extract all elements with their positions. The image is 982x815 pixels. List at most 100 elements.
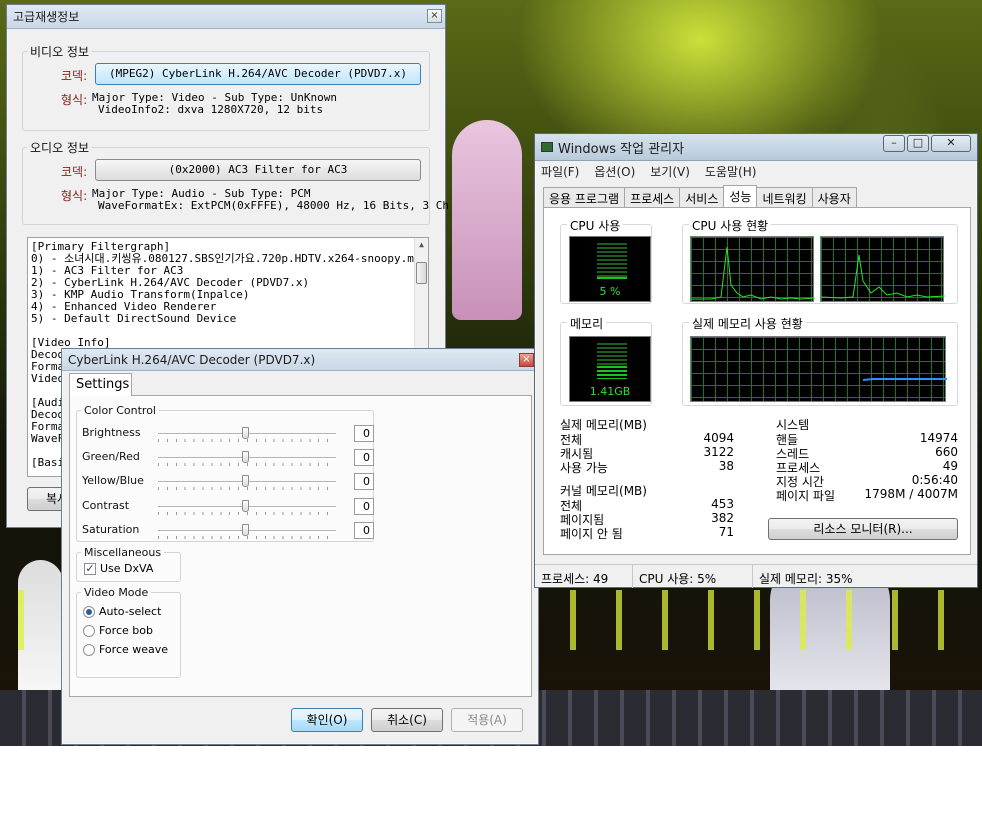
playback-info-title: 고급재생정보 [13, 10, 80, 24]
system-threads-row: 스레드 660 [776, 445, 958, 461]
tab-users[interactable]: 사용자 [811, 187, 857, 208]
saturation-value[interactable]: 0 [354, 522, 374, 539]
kernel-nonpaged-row: 페이지 안 됨 71 [560, 525, 734, 541]
color-control-legend: Color Control [84, 404, 156, 417]
force-weave-radio[interactable]: Force weave [83, 643, 168, 656]
brightness-slider-row: Brightness 0 [82, 424, 374, 444]
performance-panel: CPU 사용 5 % CPU 사용 현황 메모리 1.41GB 실제 메모리 사 [543, 207, 971, 555]
cpu-meter-bars-filled [597, 277, 627, 279]
audio-format-label: 형식: [61, 189, 88, 203]
memory-value: 1.41GB [589, 385, 631, 398]
status-cpu: CPU 사용: 5% [633, 565, 753, 588]
green-red-slider-row: Green/Red 0 [82, 448, 374, 468]
apply-button[interactable]: 적용(A) [451, 708, 523, 732]
status-memory: 실제 메모리: 35% [759, 572, 853, 586]
video-info-group: 비디오 정보 [22, 43, 430, 131]
system-processes-row: 프로세스 49 [776, 459, 958, 475]
cyberlink-titlebar: CyberLink H.264/AVC Decoder (PDVD7.x) [62, 349, 538, 371]
memory-history-line [862, 378, 947, 381]
yellow-blue-value[interactable]: 0 [354, 473, 374, 490]
video-codec-button[interactable]: (MPEG2) CyberLink H.264/AVC Decoder (PDV… [95, 63, 421, 85]
saturation-slider-row: Saturation 0 [82, 521, 374, 541]
resource-monitor-button[interactable]: 리소스 모니터(R)... [768, 518, 958, 540]
force-weave-label: Force weave [99, 643, 169, 656]
cpu-history-label: CPU 사용 현황 [689, 217, 772, 234]
close-icon[interactable]: ✕ [931, 135, 971, 152]
scroll-up-icon[interactable]: ▲ [415, 238, 428, 252]
menu-view[interactable]: 보기(V) [650, 160, 690, 180]
saturation-ticks [158, 536, 336, 539]
cpu-usage-label: CPU 사용 [567, 217, 624, 234]
video-info-legend: 비디오 정보 [30, 45, 90, 59]
brightness-label: Brightness [82, 426, 141, 439]
kernel-total-row: 전체 453 [560, 497, 734, 513]
brightness-thumb[interactable] [242, 427, 249, 439]
tab-processes[interactable]: 프로세스 [624, 187, 681, 208]
memory-history-label: 실제 메모리 사용 현황 [689, 315, 806, 332]
contrast-value[interactable]: 0 [354, 498, 374, 515]
auto-select-label: Auto-select [99, 605, 162, 618]
settings-panel: Color Control Brightness 0 Green/Red 0 Y… [69, 395, 532, 697]
close-icon[interactable]: × [519, 353, 534, 367]
kernel-paged-row: 페이지됨 382 [560, 511, 734, 527]
contrast-ticks [158, 512, 336, 515]
menu-file[interactable]: 파일(F) [541, 160, 579, 180]
force-bob-label: Force bob [99, 624, 153, 637]
audio-info-group: 오디오 정보 [22, 139, 430, 225]
system-uptime-row: 지정 시간 0:56:40 [776, 473, 958, 489]
cancel-button[interactable]: 취소(C) [371, 708, 443, 732]
performer-left [452, 120, 522, 320]
memory-meter: 1.41GB [569, 336, 651, 402]
playback-info-titlebar: 고급재생정보 [7, 5, 445, 29]
brightness-ticks [158, 439, 336, 442]
brightness-value[interactable]: 0 [354, 425, 374, 442]
auto-select-radio[interactable]: Auto-select [83, 605, 161, 618]
miscellaneous-legend: Miscellaneous [84, 546, 162, 559]
tab-strip: 응용 프로그램 프로세스 서비스 성능 네트워킹 사용자 [543, 185, 857, 208]
video-format-label: 형식: [61, 93, 88, 107]
kernel-memory-group: 커널 메모리(MB) 전체 453 페이지됨 382 페이지 안 됨 71 [560, 482, 734, 542]
minimize-icon[interactable]: – [883, 135, 905, 152]
green-red-value[interactable]: 0 [354, 449, 374, 466]
physical-memory-group: 실제 메모리(MB) 전체 4094 캐시됨 3122 사용 가능 38 [560, 416, 734, 476]
use-dxva-checkbox[interactable]: ✓ Use DxVA [84, 562, 153, 575]
memory-history-graph [690, 336, 947, 402]
green-red-thumb[interactable] [242, 451, 249, 463]
system-group: 시스템 핸들 14974 스레드 660 프로세스 49 지정 시간 0:56:40 페… [776, 416, 958, 503]
ok-button[interactable]: 확인(O) [291, 708, 363, 732]
green-red-ticks [158, 463, 336, 466]
force-bob-radio[interactable]: Force bob [83, 624, 153, 637]
audio-codec-button[interactable]: (0x2000) AC3 Filter for AC3 [95, 159, 421, 181]
menu-bar: 파일(F) 옵션(O) 보기(V) 도움말(H) [541, 160, 771, 180]
close-icon[interactable]: × [427, 9, 442, 23]
saturation-label: Saturation [82, 523, 140, 536]
cpu-history-line-core2 [820, 254, 946, 299]
use-dxva-label: Use DxVA [100, 562, 154, 575]
tab-performance[interactable]: 성능 [723, 185, 758, 208]
tab-applications[interactable]: 응용 프로그램 [543, 187, 626, 208]
cpu-meter-bars-empty [597, 243, 627, 279]
checkmark-icon: ✓ [84, 561, 96, 575]
menu-options[interactable]: 옵션(O) [594, 160, 635, 180]
status-bar: 프로세스: 49 CPU 사용: 5% 실제 메모리: 35% [535, 564, 977, 588]
cpu-usage-value: 5 % [599, 285, 621, 298]
radio-icon [83, 643, 95, 656]
tab-services[interactable]: 서비스 [679, 187, 725, 208]
yellow-blue-thumb[interactable] [242, 475, 249, 487]
radio-icon [83, 624, 95, 637]
physical-available-row: 사용 가능 38 [560, 459, 734, 475]
contrast-thumb[interactable] [242, 500, 249, 512]
task-manager-window: Windows 작업 관리자 – □ ✕ 파일(F) 옵션(O) 보기(V) 도… [534, 133, 978, 588]
video-codec-label: 코덱: [61, 69, 88, 83]
tab-settings[interactable]: Settings [69, 373, 132, 396]
system-pagefile-row: 페이지 파일 1798M / 4007M [776, 487, 958, 503]
yellow-blue-slider-row: Yellow/Blue 0 [82, 472, 374, 492]
cpu-history-line-core1 [691, 246, 816, 300]
menu-help[interactable]: 도움말(H) [705, 160, 757, 180]
maximize-icon[interactable]: □ [907, 135, 929, 152]
tab-networking[interactable]: 네트워킹 [756, 187, 813, 208]
system-handles-row: 핸들 14974 [776, 431, 958, 447]
scroll-thumb[interactable] [416, 262, 427, 284]
saturation-thumb[interactable] [242, 524, 249, 536]
cpu-history-graph-core1 [690, 236, 816, 302]
